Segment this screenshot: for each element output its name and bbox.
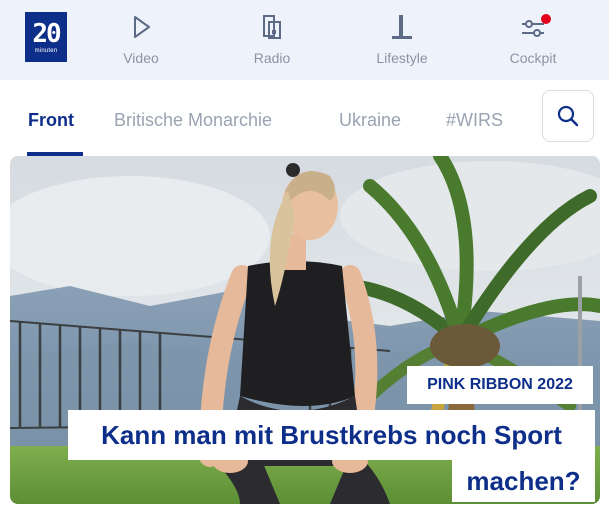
nav-item-radio[interactable]: Radio: [222, 12, 322, 72]
radio-icon: [263, 15, 281, 39]
tab-ukraine[interactable]: Ukraine: [339, 110, 401, 131]
article-headline-line-2[interactable]: machen?: [452, 460, 595, 502]
nav-item-lifestyle[interactable]: Lifestyle: [352, 12, 452, 72]
20-minuten-logo[interactable]: 20 minuten: [25, 12, 67, 62]
search-icon: [557, 105, 579, 127]
nav-item-video[interactable]: Video: [91, 12, 191, 72]
article-kicker[interactable]: PINK RIBBON 2022: [407, 366, 593, 404]
tab-front[interactable]: Front: [28, 110, 74, 131]
nav-label-radio: Radio: [253, 50, 291, 66]
logo-subtitle: minuten: [34, 48, 58, 54]
nav-label-cockpit: Cockpit: [509, 50, 557, 66]
nav-label-lifestyle: Lifestyle: [376, 50, 428, 66]
section-tabs: Front Britische Monarchie Ukraine #WIRS: [0, 80, 609, 156]
search-button[interactable]: [542, 90, 594, 142]
tab-britische-monarchie[interactable]: Britische Monarchie: [114, 110, 272, 131]
nav-label-video: Video: [123, 50, 159, 66]
top-navigation-bar: 20 minuten Video Radio Lifestyle Cockpit: [0, 0, 609, 80]
lifestyle-icon: [392, 15, 412, 39]
nav-item-cockpit[interactable]: Cockpit: [483, 12, 583, 72]
article-headline-line-1[interactable]: Kann man mit Brustkrebs noch Sport: [68, 410, 595, 460]
notification-badge: [541, 14, 551, 24]
play-icon: [134, 16, 150, 38]
logo-number: 20: [32, 19, 61, 49]
tab-wirs[interactable]: #WIRS: [446, 110, 503, 131]
